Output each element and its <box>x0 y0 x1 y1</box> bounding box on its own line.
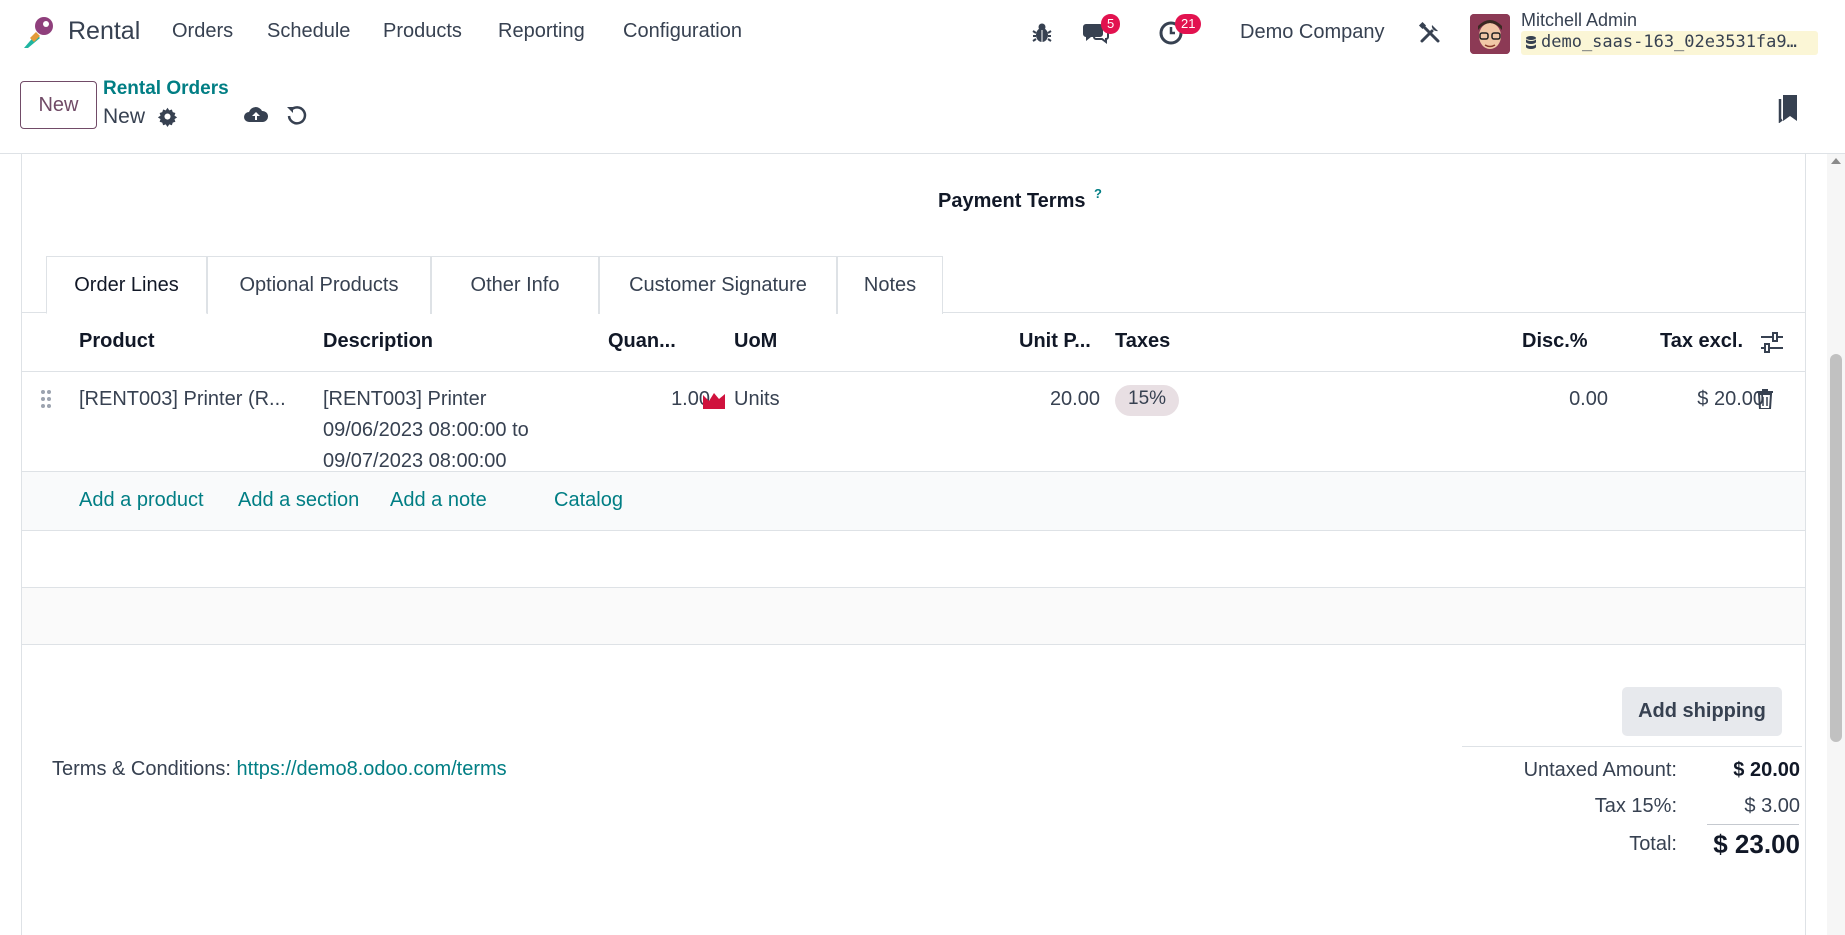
database-name-text: demo_saas-163_02e3531fa9… <box>1541 32 1797 52</box>
order-lines-header: Product Description Quan... UoM Unit P..… <box>22 313 1805 372</box>
rental-app-icon[interactable] <box>20 14 56 50</box>
notebook-tabs: Order Lines Optional Products Other Info… <box>22 256 1805 314</box>
messages-count-badge: 5 <box>1101 14 1121 34</box>
line-description-1[interactable]: [RENT003] Printer <box>323 388 486 411</box>
bookmark-icon[interactable] <box>1778 93 1800 128</box>
main-navbar: Rental Orders Schedule Products Reportin… <box>0 0 1845 66</box>
database-icon <box>1526 36 1536 49</box>
tab-order-lines[interactable]: Order Lines <box>46 256 207 314</box>
terms-link[interactable]: https://demo8.odoo.com/terms <box>237 758 507 780</box>
total-value: $ 23.00 <box>1713 829 1800 859</box>
column-quantity[interactable]: Quan... <box>608 330 676 353</box>
line-tax-tag[interactable]: 15% <box>1115 385 1180 416</box>
tab-optional-products[interactable]: Optional Products <box>207 256 431 314</box>
record-name: New <box>103 105 146 128</box>
add-note-link[interactable]: Add a note <box>390 489 487 512</box>
untaxed-amount-label: Untaxed Amount: <box>1523 759 1677 781</box>
company-switcher[interactable]: Demo Company <box>1240 21 1385 44</box>
scroll-up-arrow-icon[interactable] <box>1831 158 1841 164</box>
tax-label: Tax 15%: <box>1594 795 1677 817</box>
column-description[interactable]: Description <box>323 330 433 353</box>
delete-trash-icon[interactable] <box>1757 389 1773 414</box>
tax-value: $ 3.00 <box>1744 795 1800 817</box>
user-avatar[interactable] <box>1470 14 1510 54</box>
tools-icon[interactable] <box>1418 21 1444 47</box>
drag-handle-icon[interactable] <box>40 389 52 414</box>
scroll-thumb[interactable] <box>1830 354 1842 742</box>
column-taxes[interactable]: Taxes <box>1115 330 1170 353</box>
line-unit-price[interactable]: 20.00 <box>1022 388 1100 411</box>
line-description-3[interactable]: 09/07/2023 08:00:00 <box>323 450 507 473</box>
column-unit-price[interactable]: Unit P... <box>1019 330 1091 353</box>
page-scrollbar[interactable] <box>1827 154 1845 935</box>
total-separator <box>1707 824 1799 825</box>
line-uom[interactable]: Units <box>734 388 780 411</box>
form-sheet: Payment Terms ? Order Lines Optional Pro… <box>21 154 1806 935</box>
add-product-link[interactable]: Add a product <box>79 489 204 512</box>
line-subtotal: $ 20.00 <box>1697 388 1764 410</box>
menu-configuration[interactable]: Configuration <box>623 20 742 43</box>
terms-and-conditions: Terms & Conditions: https://demo8.odoo.c… <box>52 758 507 781</box>
control-panel: New Rental Orders New <box>0 66 1845 154</box>
table-row[interactable]: [RENT003] Printer (R... [RENT003] Printe… <box>22 372 1805 472</box>
add-line-row: Add a product Add a section Add a note C… <box>22 472 1805 531</box>
app-name[interactable]: Rental <box>68 17 140 46</box>
line-quantity[interactable]: 1.00 <box>648 388 710 411</box>
forecast-area-chart-icon[interactable] <box>702 389 726 414</box>
payment-terms-label: Payment Terms <box>938 190 1086 212</box>
catalog-link[interactable]: Catalog <box>554 489 623 512</box>
menu-schedule[interactable]: Schedule <box>267 20 350 43</box>
tab-other-info[interactable]: Other Info <box>431 256 599 314</box>
terms-label: Terms & Conditions: <box>52 758 231 780</box>
discard-undo-icon[interactable] <box>286 104 308 131</box>
empty-table-row <box>22 531 1805 588</box>
tab-customer-signature[interactable]: Customer Signature <box>599 256 837 314</box>
activities-count-badge: 21 <box>1175 14 1202 34</box>
menu-orders[interactable]: Orders <box>172 20 233 43</box>
add-shipping-button[interactable]: Add shipping <box>1622 687 1782 736</box>
line-discount[interactable]: 0.00 <box>1512 388 1608 411</box>
user-name[interactable]: Mitchell Admin <box>1521 10 1637 31</box>
empty-table-row <box>22 588 1805 645</box>
database-name[interactable]: demo_saas-163_02e3531fa9… <box>1521 31 1818 55</box>
save-cloud-upload-icon[interactable] <box>243 104 269 131</box>
breadcrumb-rental-orders[interactable]: Rental Orders <box>103 78 229 100</box>
debug-bug-icon[interactable] <box>1031 22 1057 48</box>
totals-divider <box>1462 746 1802 747</box>
menu-reporting[interactable]: Reporting <box>498 20 585 43</box>
optional-columns-sliders-icon[interactable] <box>1760 332 1784 359</box>
tab-notes[interactable]: Notes <box>837 256 943 314</box>
column-discount[interactable]: Disc.% <box>1522 330 1588 353</box>
new-record-button[interactable]: New <box>20 81 97 129</box>
line-description-2[interactable]: 09/06/2023 08:00:00 to <box>323 419 529 442</box>
menu-products[interactable]: Products <box>383 20 462 43</box>
payment-terms-help-icon[interactable]: ? <box>1094 186 1102 201</box>
column-product[interactable]: Product <box>79 330 155 353</box>
column-subtotal[interactable]: Tax excl. <box>1660 330 1743 353</box>
column-uom[interactable]: UoM <box>734 330 777 353</box>
total-label: Total: <box>1629 833 1677 855</box>
untaxed-amount-value: $ 20.00 <box>1733 759 1800 781</box>
gear-icon[interactable] <box>157 106 178 132</box>
line-product[interactable]: [RENT003] Printer (R... <box>79 388 286 411</box>
add-section-link[interactable]: Add a section <box>238 489 359 512</box>
